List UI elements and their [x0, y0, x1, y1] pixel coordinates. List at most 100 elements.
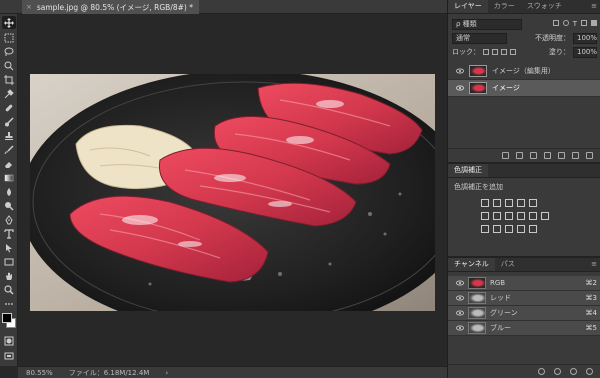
channel-name: ブルー [490, 324, 511, 332]
tab-swatches[interactable]: スウォッチ [521, 0, 568, 13]
posterize-icon[interactable] [493, 224, 501, 233]
gradient-icon[interactable] [2, 171, 16, 184]
path-select-icon[interactable] [2, 241, 16, 254]
foreground-color-swatch[interactable] [2, 313, 12, 323]
brush-icon[interactable] [2, 115, 16, 128]
layer-row[interactable]: イメージ [448, 80, 600, 97]
more-icon[interactable] [2, 297, 16, 310]
exposure-icon[interactable] [517, 198, 525, 207]
tab-layers[interactable]: レイヤー [448, 0, 488, 13]
channels-panel-menu-icon[interactable]: ≡ [591, 258, 600, 271]
channel-mixer-icon[interactable] [529, 211, 537, 220]
lock-all-icon[interactable] [510, 49, 516, 55]
type-icon[interactable] [2, 227, 16, 240]
trash-icon[interactable] [586, 368, 593, 375]
levels-icon[interactable] [493, 198, 501, 207]
filter-adjust-icon[interactable] [562, 20, 569, 26]
color-balance-icon[interactable] [493, 211, 501, 220]
zoom-level[interactable]: 80.55% [26, 369, 53, 377]
color-lookup-icon[interactable] [541, 211, 549, 220]
curves-icon[interactable] [505, 198, 513, 207]
clone-stamp-icon[interactable] [2, 129, 16, 142]
file-size-info: ファイル：6.18M/12.4M [68, 368, 150, 377]
layers-panel-tabs: レイヤー カラー スウォッチ ≡ [448, 0, 600, 14]
lock-pixels-icon[interactable] [492, 49, 498, 55]
new-channel-icon[interactable] [570, 368, 577, 375]
tools-panel [0, 14, 18, 366]
tab-channels[interactable]: チャンネル [448, 258, 495, 271]
new-layer-icon[interactable] [572, 152, 579, 159]
blur-icon[interactable] [2, 185, 16, 198]
status-menu-arrow[interactable]: › [165, 369, 168, 377]
visibility-eye-icon[interactable] [456, 84, 464, 92]
eraser-icon[interactable] [2, 157, 16, 170]
save-selection-icon[interactable] [554, 368, 561, 375]
black-white-icon[interactable] [505, 211, 513, 220]
pen-icon[interactable] [2, 213, 16, 226]
brightness-contrast-icon[interactable] [481, 198, 489, 207]
healing-icon[interactable] [2, 101, 16, 114]
vibrance-icon[interactable] [529, 198, 537, 207]
channel-list: RGB ⌘2 レッド ⌘3 グリーン ⌘4 ブルー ⌘5 [448, 276, 600, 336]
filter-shape-icon[interactable] [581, 20, 587, 26]
lock-transparent-icon[interactable] [483, 49, 489, 55]
channel-name: グリーン [490, 309, 518, 317]
canvas-area[interactable] [18, 14, 447, 366]
visibility-eye-icon[interactable] [456, 67, 464, 75]
visibility-eye-icon[interactable] [456, 324, 464, 332]
channel-row-rgb[interactable]: RGB ⌘2 [448, 276, 600, 291]
layer-filter-select[interactable]: ρ 種類 [452, 18, 522, 30]
marquee-icon[interactable] [2, 31, 16, 44]
visibility-eye-icon[interactable] [456, 309, 464, 317]
quick-mask-icon[interactable] [2, 334, 16, 347]
filter-pixel-icon[interactable] [552, 20, 559, 26]
opacity-input[interactable]: 100% [573, 32, 597, 44]
photo-filter-icon[interactable] [517, 211, 525, 220]
channel-row-blue[interactable]: ブルー ⌘5 [448, 321, 600, 336]
close-tab-icon[interactable]: × [26, 3, 32, 11]
invert-icon[interactable] [481, 224, 489, 233]
filter-smart-icon[interactable] [591, 20, 597, 26]
fill-input[interactable]: 100% [573, 46, 597, 58]
load-selection-icon[interactable] [538, 368, 545, 375]
blend-mode-select[interactable]: 通常 [452, 32, 507, 44]
lock-position-icon[interactable] [501, 49, 507, 55]
sushi-photo[interactable] [30, 74, 435, 311]
channel-row-green[interactable]: グリーン ⌘4 [448, 306, 600, 321]
zoom-icon[interactable] [2, 283, 16, 296]
channel-row-red[interactable]: レッド ⌘3 [448, 291, 600, 306]
filter-type-icon[interactable]: T [573, 20, 577, 28]
selective-color-icon[interactable] [529, 224, 537, 233]
visibility-eye-icon[interactable] [456, 279, 464, 287]
tab-paths[interactable]: パス [495, 258, 521, 271]
threshold-icon[interactable] [505, 224, 513, 233]
link-layers-icon[interactable] [502, 152, 509, 159]
layer-thumbnail [469, 65, 487, 77]
channel-thumbnail [468, 292, 486, 304]
dodge-icon[interactable] [2, 199, 16, 212]
tab-color[interactable]: カラー [488, 0, 521, 13]
visibility-eye-icon[interactable] [456, 294, 464, 302]
layer-row[interactable]: イメージ（編集用） [448, 63, 600, 80]
new-group-icon[interactable] [558, 152, 565, 159]
tab-adjustments[interactable]: 色調補正 [448, 164, 488, 177]
lasso-icon[interactable] [2, 45, 16, 58]
new-adjustment-icon[interactable] [544, 152, 551, 159]
gradient-map-icon[interactable] [517, 224, 525, 233]
hue-saturation-icon[interactable] [481, 211, 489, 220]
layers-panel-menu-icon[interactable]: ≡ [591, 0, 600, 13]
eyedropper-icon[interactable] [2, 87, 16, 100]
layers-panel: レイヤー カラー スウォッチ ≡ ρ 種類 T 通常 不透明度： 100% ロッ… [448, 0, 600, 162]
move-icon[interactable] [2, 16, 16, 29]
document-tab[interactable]: × sample.jpg @ 80.5% (イメージ, RGB/8#) * [22, 0, 199, 14]
fx-icon[interactable] [516, 152, 523, 159]
crop-icon[interactable] [2, 73, 16, 86]
color-swatches[interactable] [2, 313, 16, 329]
quick-select-icon[interactable] [2, 59, 16, 72]
rectangle-icon[interactable] [2, 255, 16, 268]
screen-mode-icon[interactable] [2, 349, 16, 362]
layer-mask-icon[interactable] [530, 152, 537, 159]
history-brush-icon[interactable] [2, 143, 16, 156]
trash-icon[interactable] [586, 152, 593, 159]
hand-icon[interactable] [2, 269, 16, 282]
